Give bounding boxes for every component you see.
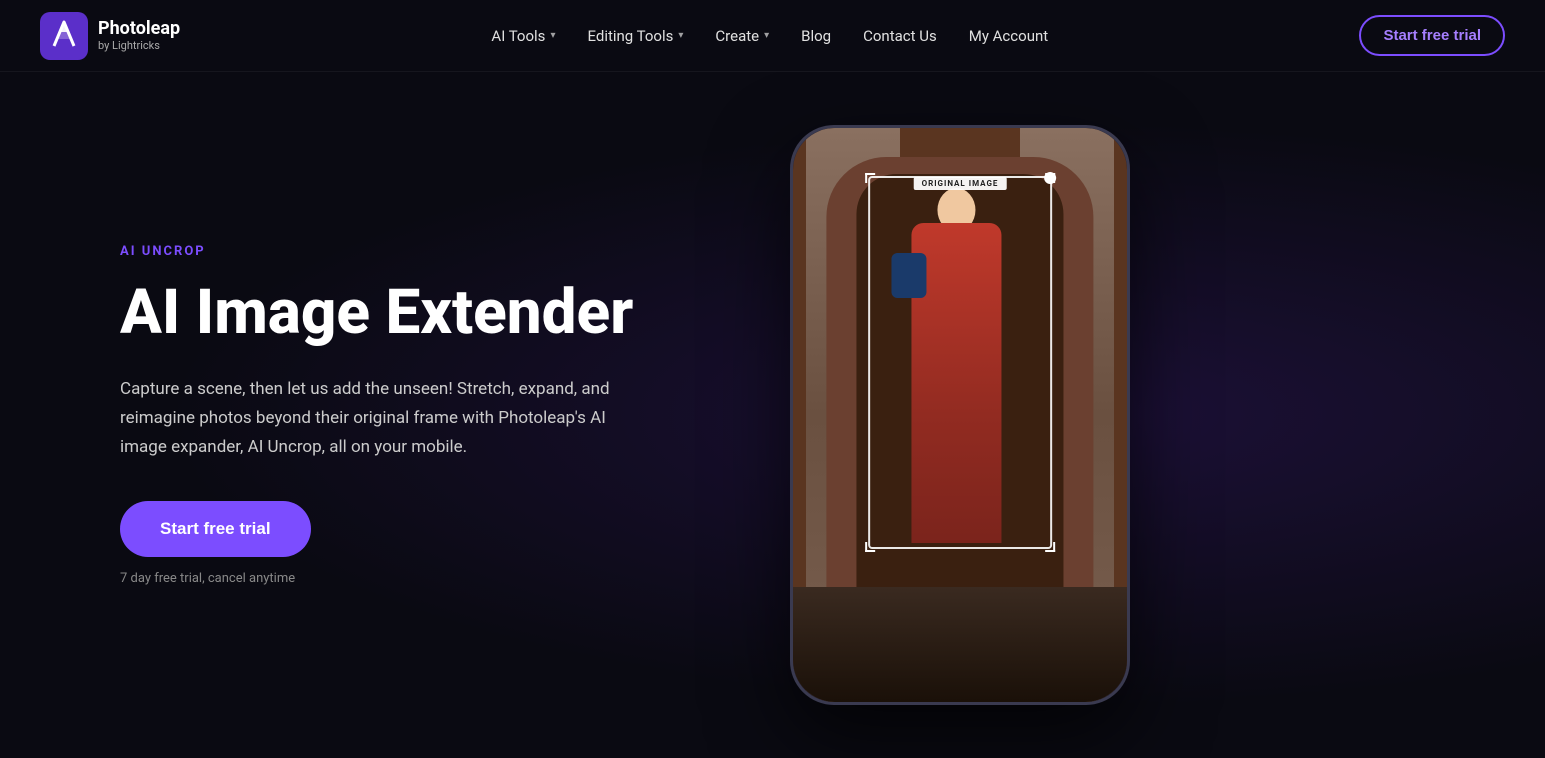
hero-title: AI Image Extender <box>120 279 680 347</box>
original-image-box: ORIGINAL IMAGE <box>868 176 1052 549</box>
door-scene: ORIGINAL IMAGE <box>793 128 1127 702</box>
corner-handle-br <box>1045 542 1055 552</box>
hero-badge: AI UNCROP <box>120 244 680 259</box>
floor-area <box>793 587 1127 702</box>
hero-description: Capture a scene, then let us add the uns… <box>120 375 620 462</box>
nav-item-create[interactable]: Create ▾ <box>701 19 783 53</box>
brand-name: Photoleap <box>98 19 180 39</box>
trial-note: 7 day free trial, cancel anytime <box>120 571 680 586</box>
chevron-down-icon: ▾ <box>764 30 769 41</box>
hero-content: AI UNCROP AI Image Extender Capture a sc… <box>120 244 680 587</box>
corner-handle-bl <box>865 542 875 552</box>
nav-item-ai-tools[interactable]: AI Tools ▾ <box>477 19 569 53</box>
corner-handle-tl <box>865 173 875 183</box>
navbar: Photoleap by Lightricks AI Tools ▾ Editi… <box>0 0 1545 72</box>
hero-cta-button[interactable]: Start free trial <box>120 501 311 557</box>
brand-sub: by Lightricks <box>98 39 180 52</box>
hero-visual: ORIGINAL IMAGE <box>680 125 1240 705</box>
phone-mockup: ORIGINAL IMAGE <box>790 125 1130 705</box>
original-image-label: ORIGINAL IMAGE <box>914 177 1007 190</box>
chevron-down-icon: ▾ <box>678 30 683 41</box>
phone-screen: ORIGINAL IMAGE <box>793 128 1127 702</box>
resize-handle <box>1044 172 1056 184</box>
nav-item-editing-tools[interactable]: Editing Tools ▾ <box>573 19 697 53</box>
logo-link[interactable]: Photoleap by Lightricks <box>40 12 180 60</box>
nav-item-account[interactable]: My Account <box>955 19 1062 53</box>
nav-item-contact[interactable]: Contact Us <box>849 19 951 53</box>
chevron-down-icon: ▾ <box>550 30 555 41</box>
logo-icon <box>40 12 88 60</box>
nav-links: AI Tools ▾ Editing Tools ▾ Create ▾ Blog… <box>477 19 1062 53</box>
nav-item-blog[interactable]: Blog <box>787 19 845 53</box>
hero-section: AI UNCROP AI Image Extender Capture a sc… <box>0 72 1545 758</box>
nav-cta-button[interactable]: Start free trial <box>1359 15 1505 56</box>
